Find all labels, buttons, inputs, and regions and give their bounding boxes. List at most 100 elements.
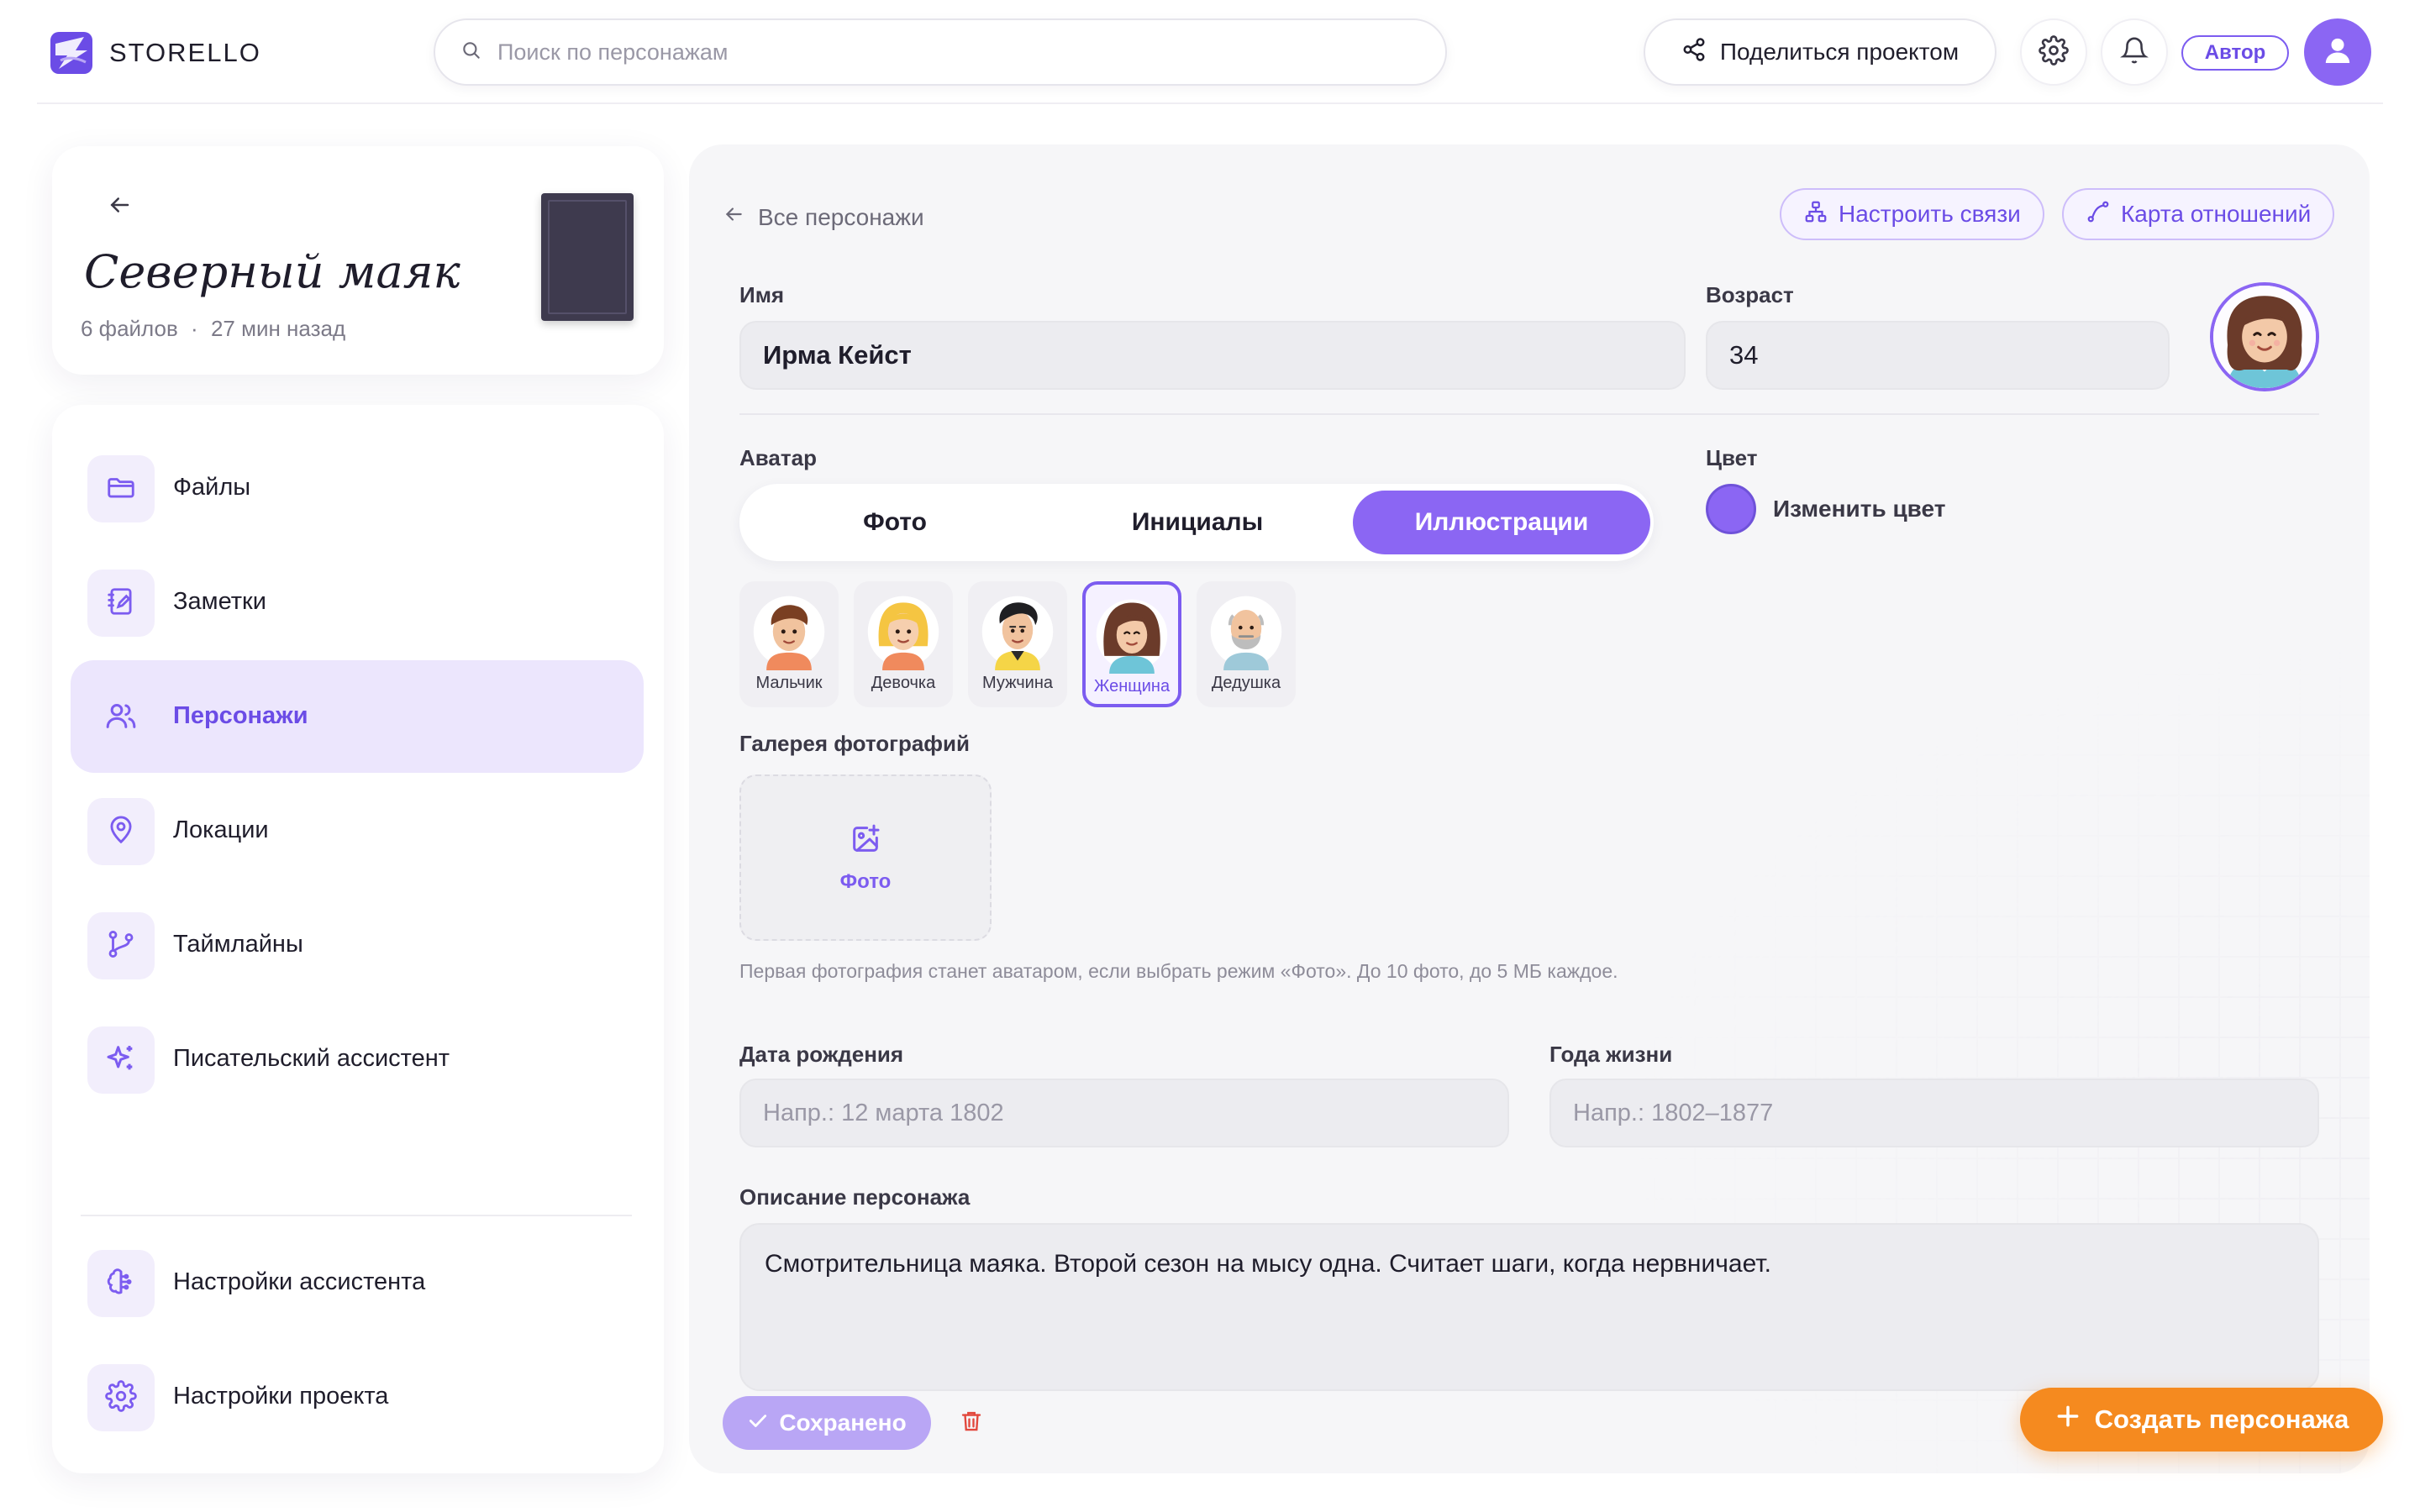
description-label: Описание персонажа	[739, 1184, 971, 1210]
saved-label: Сохранено	[779, 1410, 907, 1436]
change-color-link[interactable]: Изменить цвет	[1773, 496, 1945, 522]
saved-button[interactable]: Сохранено	[723, 1396, 931, 1450]
illustration-woman[interactable]: Женщина	[1082, 581, 1181, 707]
gear-icon	[2039, 34, 2069, 70]
illustration-boy-label: Мальчик	[755, 674, 823, 692]
share-project-button[interactable]: Поделиться проектом	[1644, 18, 1996, 86]
user-avatar[interactable]	[2304, 18, 2371, 86]
age-field[interactable]: 34	[1706, 321, 2170, 390]
man-illustration-icon	[981, 596, 1054, 670]
sidebar-item-files[interactable]	[87, 455, 155, 522]
breadcrumb-all-characters[interactable]: Все персонажи	[758, 204, 924, 231]
sidebar-item-timelines-label[interactable]: Таймлайны	[173, 931, 303, 958]
check-icon	[747, 1410, 769, 1437]
character-avatar-preview[interactable]	[2210, 282, 2319, 391]
create-character-label: Создать персонажа	[2094, 1404, 2349, 1434]
notifications-button[interactable]	[2101, 18, 2168, 86]
sidebar-item-characters[interactable]	[87, 684, 155, 751]
header-divider	[37, 102, 2383, 104]
sidebar-item-assistant-settings-label[interactable]: Настройки ассистента	[173, 1268, 425, 1296]
woman-illustration-icon	[1096, 599, 1168, 674]
settings-button[interactable]	[2020, 18, 2087, 86]
project-meta: 6 файлов · 27 мин назад	[81, 316, 345, 342]
sidebar-item-assistant[interactable]	[87, 1026, 155, 1094]
search-icon	[460, 39, 482, 66]
app-logo[interactable]: STORELLO	[50, 32, 261, 74]
relations-map-button[interactable]: Карта отношений	[2062, 188, 2335, 240]
users-icon	[104, 699, 138, 737]
breadcrumb[interactable]: Все персонажи	[723, 203, 924, 231]
project-files-count: 6 файлов	[81, 316, 178, 341]
sidebar-item-notes-label[interactable]: Заметки	[173, 588, 266, 616]
color-swatch[interactable]	[1706, 484, 1756, 534]
illustration-grandpa-label: Дедушка	[1211, 674, 1281, 692]
sidebar-item-locations-label[interactable]: Локации	[173, 816, 269, 844]
character-editor-panel: Все персонажи Настроить связи Карта отно…	[689, 144, 2370, 1473]
life-years-field[interactable]: Напр.: 1802–1877	[1549, 1079, 2319, 1147]
illustration-boy[interactable]: Мальчик	[739, 581, 839, 707]
plus-icon	[2054, 1403, 2081, 1436]
timeline-branch-icon	[105, 928, 137, 964]
photo-upload-dropzone[interactable]: Фото	[739, 774, 992, 941]
birth-date-field[interactable]: Напр.: 12 марта 1802	[739, 1079, 1509, 1147]
sidebar-divider	[81, 1215, 632, 1216]
sidebar-item-notes[interactable]	[87, 570, 155, 637]
sidebar-item-assistant-label[interactable]: Писательский ассистент	[173, 1045, 450, 1073]
create-character-button[interactable]: Создать персонажа	[2020, 1388, 2383, 1452]
logo-mark-icon	[50, 32, 92, 74]
configure-relations-button[interactable]: Настроить связи	[1780, 188, 2044, 240]
relations-map-label: Карта отношений	[2121, 201, 2312, 227]
sidebar-item-characters-label[interactable]: Персонажи	[173, 702, 308, 730]
delete-button[interactable]	[956, 1408, 986, 1438]
avatar-label: Аватар	[739, 445, 817, 470]
project-updated-time: 27 мин назад	[210, 316, 346, 341]
birth-date-label: Дата рождения	[739, 1042, 904, 1067]
back-button[interactable]	[94, 181, 145, 232]
gallery-label: Галерея фотографий	[739, 731, 971, 756]
search-bar[interactable]	[434, 18, 1447, 86]
illustration-girl[interactable]: Девочка	[854, 581, 953, 707]
form-divider	[739, 413, 2319, 415]
avatar-mode-illustrations[interactable]: Иллюстрации	[1353, 491, 1650, 554]
hierarchy-icon	[1803, 199, 1828, 230]
avatar-mode-initials[interactable]: Инициалы	[1050, 491, 1344, 554]
role-badge: Автор	[2181, 35, 2289, 71]
route-icon	[2086, 199, 2111, 230]
project-card: Северный маяк 6 файлов · 27 мин назад	[52, 146, 664, 375]
sidebar-item-project-settings[interactable]	[87, 1364, 155, 1431]
sidebar-item-timelines[interactable]	[87, 912, 155, 979]
boy-illustration-icon	[753, 596, 825, 670]
gear-icon	[105, 1379, 137, 1416]
share-icon	[1681, 37, 1707, 68]
project-cover-thumbnail[interactable]	[541, 193, 634, 321]
sparkles-icon	[104, 1042, 138, 1079]
avatar-mode-toggle: Фото Инициалы Иллюстрации	[739, 484, 1654, 561]
illustration-man-label: Мужчина	[981, 674, 1054, 692]
configure-relations-label: Настроить связи	[1839, 201, 2021, 227]
illustration-man[interactable]: Мужчина	[968, 581, 1067, 707]
name-field[interactable]: Ирма Кейст	[739, 321, 1686, 390]
name-label: Имя	[739, 282, 785, 307]
meta-separator: ·	[191, 316, 198, 341]
user-icon	[2321, 34, 2354, 71]
location-pin-icon	[105, 814, 137, 850]
avatar-mode-photo[interactable]: Фото	[748, 491, 1042, 554]
illustration-woman-label: Женщина	[1093, 677, 1171, 696]
arrow-left-icon	[107, 192, 132, 222]
arrow-left-icon	[723, 203, 744, 231]
search-input[interactable]	[497, 39, 1338, 66]
illustration-girl-label: Девочка	[871, 674, 936, 692]
description-textarea[interactable]: Смотрительница маяка. Второй сезон на мы…	[739, 1223, 2319, 1391]
sidebar-item-locations[interactable]	[87, 798, 155, 865]
project-title: Северный маяк	[84, 245, 460, 298]
sidebar-item-project-settings-label[interactable]: Настройки проекта	[173, 1383, 388, 1410]
gallery-hint: Первая фотография станет аватаром, если …	[739, 960, 1618, 982]
sidebar-item-assistant-settings[interactable]	[87, 1250, 155, 1317]
life-years-label: Года жизни	[1549, 1042, 1673, 1067]
sidebar-item-files-label[interactable]: Файлы	[173, 474, 250, 501]
folder-icon	[105, 471, 137, 507]
illustration-grandpa[interactable]: Дедушка	[1197, 581, 1296, 707]
add-photo-label: Фото	[839, 869, 892, 893]
age-label: Возраст	[1706, 282, 1794, 307]
sidebar-item-active-bg	[71, 660, 644, 773]
